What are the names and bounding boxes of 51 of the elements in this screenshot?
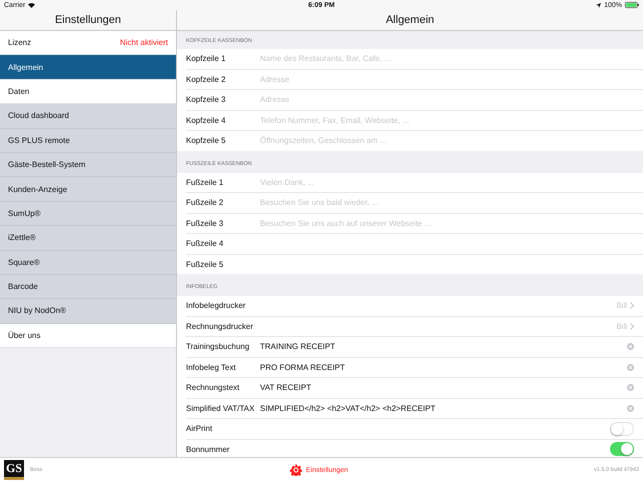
row-label: Kopfzeile 3 bbox=[186, 95, 227, 104]
row-label: Rechnungstext bbox=[186, 383, 240, 392]
sidebar-item[interactable]: Allgemein bbox=[0, 55, 176, 80]
sidebar-item-label: Lizenz bbox=[8, 38, 32, 48]
clear-icon[interactable] bbox=[627, 364, 634, 371]
text-field[interactable]: Öffnungszeiten, Geschlossen am ... bbox=[260, 136, 634, 146]
page-title: Allgemein bbox=[177, 10, 643, 31]
row-label: Kopfzeile 2 bbox=[186, 74, 227, 84]
row-label: Fußzeile 2 bbox=[186, 198, 224, 208]
row-label: Fußzeile 4 bbox=[186, 239, 224, 248]
text-field[interactable]: Besuchen Sie uns bald wieder, ... bbox=[260, 198, 634, 208]
gear-icon bbox=[290, 464, 302, 476]
chevron-right-icon bbox=[630, 302, 634, 310]
row-label: Kopfzeile 4 bbox=[186, 116, 227, 125]
text-field[interactable]: Name des Restaurants, Bar, Cafe, ... bbox=[260, 54, 634, 64]
row-label: Rechnungsdrucker bbox=[186, 322, 254, 331]
row-label: Simplified VAT/TAX bbox=[186, 404, 256, 413]
chevron-right-icon bbox=[630, 322, 634, 330]
row-label: Kopfzeile 5 bbox=[186, 136, 227, 146]
battery-icon bbox=[625, 2, 639, 8]
row-label: Fußzeile 1 bbox=[186, 178, 224, 187]
row-label: Fußzeile 5 bbox=[186, 260, 224, 269]
text-field[interactable]: Adresse bbox=[260, 74, 634, 84]
text-field[interactable]: Telefon Nummer, Fax, Email, Webseite, ... bbox=[260, 116, 634, 125]
license-status: Nicht aktiviert bbox=[120, 38, 168, 48]
text-field[interactable]: TRAINING RECEIPT bbox=[260, 342, 627, 352]
clear-icon[interactable] bbox=[627, 384, 634, 392]
toggle-switch[interactable] bbox=[610, 422, 634, 436]
text-field[interactable]: PRO FORMA RECEIPT bbox=[260, 362, 627, 372]
text-field[interactable]: Adresse bbox=[260, 95, 634, 104]
toggle-switch[interactable] bbox=[610, 442, 634, 456]
clear-icon[interactable] bbox=[627, 404, 634, 412]
row-label: Infobeleg Text bbox=[186, 362, 237, 372]
row-label: AirPrint bbox=[186, 424, 214, 434]
sidebar-item[interactable]: Über uns bbox=[0, 324, 176, 348]
text-field[interactable]: Vielen Dank, ... bbox=[260, 178, 634, 187]
sidebar-row[interactable]: Lizenz Nicht aktiviert bbox=[0, 31, 176, 56]
row-label: Infobelegdrucker bbox=[186, 301, 247, 310]
text-field[interactable]: VAT RECEIPT bbox=[260, 383, 627, 392]
row-label: Fußzeile 3 bbox=[186, 218, 224, 228]
text-field[interactable]: SIMPLIFIED</h2> <h2>VAT</h2> <h2>RECEIPT bbox=[260, 404, 627, 413]
sidebar-item[interactable]: Daten bbox=[0, 80, 176, 104]
wifi-icon bbox=[28, 2, 36, 8]
location-arrow-icon bbox=[596, 2, 602, 8]
app-logo: GS bbox=[4, 460, 24, 480]
row-label: Kopfzeile 1 bbox=[186, 54, 227, 64]
clear-icon[interactable] bbox=[627, 343, 634, 350]
text-field[interactable]: Besuchen Sie uns auch auf unserer Webseite ... bbox=[260, 218, 634, 228]
sidebar-title: Einstellungen bbox=[0, 10, 176, 31]
row-label: Trainingsbuchung bbox=[186, 342, 250, 352]
row-label: Bonnummer bbox=[186, 444, 231, 454]
